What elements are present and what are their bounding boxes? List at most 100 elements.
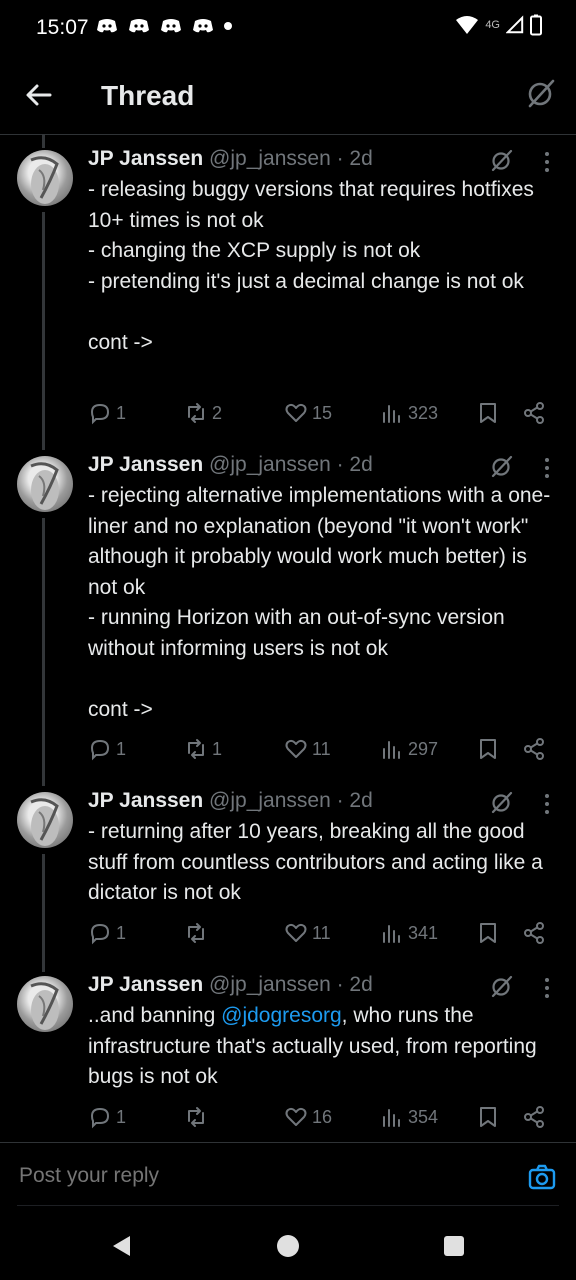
author-name[interactable]: JP Janssen (88, 789, 203, 812)
more-options-icon[interactable] (538, 150, 556, 174)
tweet-header: JP Janssen @jp_janssen · 2d (88, 789, 373, 813)
reply-button[interactable]: 1 (88, 399, 126, 427)
avatar[interactable] (17, 792, 73, 848)
tweet-actions: 1 11 341 (88, 919, 558, 947)
avatar[interactable] (17, 150, 73, 206)
like-button[interactable]: 11 (284, 735, 331, 763)
heart-icon (285, 739, 307, 758)
repost-count: 2 (212, 402, 223, 423)
repost-button[interactable] (184, 1103, 212, 1131)
reply-input[interactable] (17, 1157, 501, 1195)
repost-button[interactable]: 2 (184, 399, 222, 427)
avatar[interactable] (17, 976, 73, 1032)
grok-icon[interactable] (490, 454, 514, 478)
view-count: 354 (408, 1106, 439, 1127)
share-icon (524, 922, 544, 944)
like-button[interactable]: 15 (284, 399, 332, 427)
repost-button[interactable]: 1 (184, 735, 222, 763)
bookmark-button[interactable] (476, 735, 500, 763)
like-count: 15 (312, 402, 333, 423)
author-handle: @jp_janssen · 2d (209, 453, 373, 476)
bookmark-button[interactable] (476, 399, 500, 427)
author-name[interactable]: JP Janssen (88, 453, 203, 476)
repost-button[interactable] (184, 919, 212, 947)
nav-recents-icon[interactable] (442, 1234, 466, 1258)
grok-icon[interactable] (490, 974, 514, 998)
grok-icon[interactable] (490, 148, 514, 172)
bookmark-button[interactable] (476, 919, 500, 947)
share-button[interactable] (522, 919, 546, 947)
views-icon (383, 741, 400, 759)
repost-icon (188, 739, 204, 759)
like-button[interactable]: 16 (284, 1103, 332, 1131)
tweet-actions: 1 16 354 (88, 1103, 558, 1131)
author-handle: @jp_janssen · 2d (209, 789, 373, 812)
tweet[interactable]: JP Janssen @jp_janssen · 2d ..and bannin… (0, 960, 576, 1142)
share-button[interactable] (522, 399, 546, 427)
views-icon (383, 405, 400, 423)
reply-count: 1 (116, 738, 127, 759)
camera-icon[interactable] (528, 1163, 556, 1191)
tweet-header: JP Janssen @jp_janssen · 2d (88, 147, 373, 171)
tweet[interactable]: JP Janssen @jp_janssen · 2d - returning … (0, 776, 576, 960)
wifi-icon (456, 16, 479, 34)
status-bar: 15:07 4G (0, 0, 576, 58)
author-handle: @jp_janssen · 2d (209, 973, 373, 996)
reply-icon (90, 739, 110, 761)
tweet[interactable]: JP Janssen @jp_janssen · 2d - releasing … (0, 134, 576, 440)
tweet-actions: 1 2 15 323 (88, 399, 558, 427)
nav-back-icon[interactable] (110, 1234, 134, 1258)
reply-icon (90, 923, 110, 945)
grok-icon[interactable] (526, 78, 556, 108)
bookmark-button[interactable] (476, 1103, 500, 1131)
like-count: 11 (312, 738, 331, 759)
thread-list: JP Janssen @jp_janssen · 2d - releasing … (0, 134, 576, 1142)
more-options-icon[interactable] (538, 976, 556, 1000)
mention-link[interactable]: @jdogresorg (221, 1004, 342, 1027)
reply-count: 1 (116, 1106, 127, 1127)
share-icon (524, 738, 544, 760)
author-name[interactable]: JP Janssen (88, 973, 203, 996)
reply-button[interactable]: 1 (88, 1103, 126, 1131)
tweet-text: - releasing buggy versions that requires… (88, 178, 534, 354)
heart-icon (285, 1107, 307, 1126)
share-button[interactable] (522, 735, 546, 763)
reply-button[interactable]: 1 (88, 735, 126, 763)
status-time: 15:07 (36, 16, 89, 39)
network-type: 4G (485, 19, 500, 31)
reply-count: 1 (116, 922, 127, 943)
tweet[interactable]: JP Janssen @jp_janssen · 2d - rejecting … (0, 440, 576, 776)
reply-count: 1 (116, 402, 127, 423)
bookmark-icon (480, 403, 496, 423)
reply-button[interactable]: 1 (88, 919, 126, 947)
signal-icon (506, 15, 524, 34)
view-count: 297 (408, 738, 439, 759)
share-icon (524, 402, 544, 424)
author-name[interactable]: JP Janssen (88, 147, 203, 170)
grok-icon[interactable] (490, 790, 514, 814)
dot-icon (224, 22, 232, 30)
system-icons: 4G (455, 14, 542, 36)
back-arrow-icon[interactable] (22, 78, 56, 112)
like-count: 11 (312, 922, 331, 943)
more-options-icon[interactable] (538, 456, 556, 480)
battery-icon (530, 14, 542, 36)
like-count: 16 (312, 1106, 333, 1127)
views-button[interactable]: 323 (380, 399, 438, 427)
more-options-icon[interactable] (538, 792, 556, 816)
tweet-text-start: ..and banning (88, 1004, 222, 1027)
reply-icon (90, 403, 110, 425)
like-button[interactable]: 11 (284, 919, 331, 947)
notification-icons (96, 18, 232, 34)
system-nav-bar (0, 1206, 576, 1280)
avatar[interactable] (17, 456, 73, 512)
views-button[interactable]: 354 (380, 1103, 438, 1131)
views-button[interactable]: 341 (380, 919, 438, 947)
tweet-header: JP Janssen @jp_janssen · 2d (88, 973, 373, 997)
heart-icon (285, 923, 307, 942)
page-title: Thread (101, 80, 195, 111)
nav-home-icon[interactable] (276, 1234, 300, 1258)
repost-icon (188, 923, 204, 943)
views-button[interactable]: 297 (380, 735, 438, 763)
share-button[interactable] (522, 1103, 546, 1131)
